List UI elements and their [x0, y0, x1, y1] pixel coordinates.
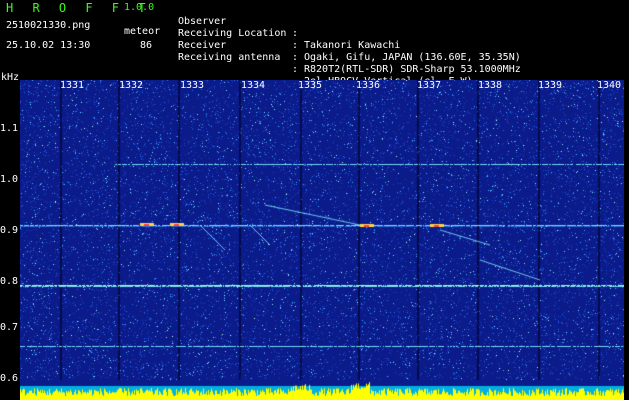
info-colon: : — [292, 40, 299, 51]
spectrogram-canvas — [20, 80, 624, 400]
app-version: 1.0.0 — [124, 2, 155, 13]
y-axis-unit: kHz — [1, 72, 20, 83]
x-tick-label: 1338 — [478, 80, 503, 91]
info-colon: : — [292, 64, 299, 75]
info-colon: : — [292, 52, 299, 63]
x-tick-label: 1331 — [60, 80, 85, 91]
x-tick-label: 1337 — [417, 80, 442, 91]
info-value: R820T2(RTL-SDR) SDR-Sharp 53.1000MHz — [304, 64, 521, 75]
x-tick-label: 1339 — [538, 80, 563, 91]
x-tick-label: 1340 — [597, 80, 622, 91]
y-tick-label: 1.1 — [0, 123, 19, 134]
info-value: Takanori Kawachi — [304, 40, 401, 51]
y-tick-label: 0.8 — [0, 276, 19, 287]
x-tick-label: 1336 — [356, 80, 381, 91]
hroft-window: H R O F F T 1.0.0 2510021330.png 25.10.0… — [0, 0, 629, 400]
meteor-count: 86 — [140, 40, 153, 51]
info-key: Receiving antenna — [178, 52, 281, 63]
file-name: 2510021330.png — [6, 20, 91, 31]
x-tick-label: 1332 — [119, 80, 144, 91]
info-colon: : — [292, 28, 299, 39]
y-tick-label: 0.6 — [0, 373, 19, 384]
y-tick-label: 1.0 — [0, 174, 19, 185]
info-value: Ogaki, Gifu, JAPAN (136.60E, 35.35N) — [304, 52, 521, 63]
x-tick-label: 1335 — [298, 80, 323, 91]
meteor-label: meteor — [124, 26, 161, 37]
x-tick-label: 1334 — [241, 80, 266, 91]
y-tick-label: 0.7 — [0, 322, 19, 333]
date-time: 25.10.02 13:30 — [6, 40, 91, 51]
y-tick-label: 0.9 — [0, 225, 19, 236]
x-tick-label: 1333 — [180, 80, 205, 91]
